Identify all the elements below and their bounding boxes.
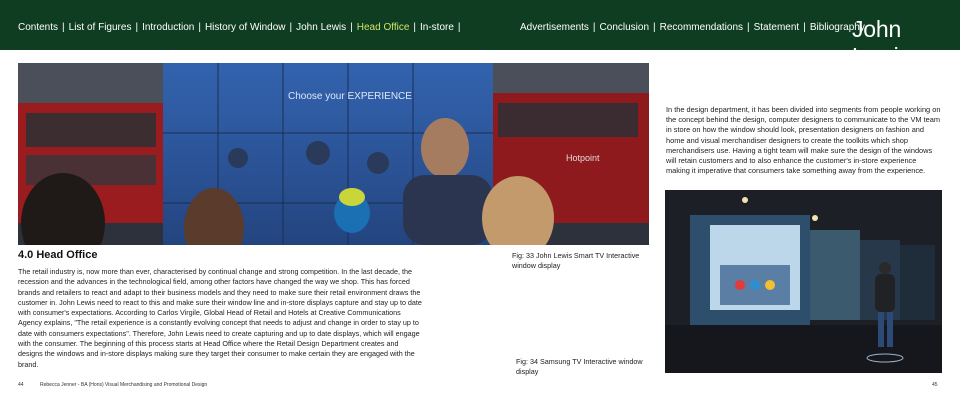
page-number-left: 44 (18, 382, 24, 388)
nav-link-statement[interactable]: Statement (754, 22, 800, 33)
nav-separator: | (350, 22, 353, 33)
nav-separator: | (413, 22, 416, 33)
nav-link-advertisements[interactable]: Advertisements (520, 22, 589, 33)
nav-right-group: Advertisements | Conclusion | Recommendation… (520, 22, 865, 33)
nav-link-contents[interactable]: Contents (18, 22, 58, 33)
nav-link-in-store[interactable]: In-store (420, 22, 454, 33)
nav-separator: | (653, 22, 656, 33)
fig34-caption: Fig: 34 Samsung TV Interactive window di… (516, 357, 643, 376)
nav-separator: | (135, 22, 139, 33)
nav-separator: | (592, 22, 596, 33)
nav-separator: | (747, 22, 750, 33)
fig34-illustration (665, 190, 942, 373)
fig33-illustration: Hotpoint Choose your EXPERIENCE (18, 63, 649, 245)
nav-separator: | (62, 22, 65, 33)
nav-separator: | (289, 22, 293, 33)
nav-link-conclusion[interactable]: Conclusion (600, 22, 649, 33)
nav-link-head-office[interactable]: Head Office (357, 22, 410, 33)
screen-experience-text: Choose your EXPERIENCE (288, 91, 412, 102)
nav-separator: | (198, 22, 201, 33)
fig34-photo (665, 190, 942, 373)
nav-link-introduction[interactable]: Introduction (142, 22, 194, 33)
john-lewis-logo: John Lewis (852, 16, 910, 69)
nav-separator: | (457, 22, 461, 33)
nav-link-list-of-figures[interactable]: List of Figures (69, 22, 132, 33)
fig33-photo: Hotpoint Choose your EXPERIENCE (18, 63, 649, 245)
nav-left-group: Contents | List of Figures | Introduction | Hi… (18, 22, 465, 33)
author-credit: Rebecca Jenner - BA (Hons) Visual Mercha… (40, 382, 208, 388)
design-department-paragraph: In the design department, it has been di… (666, 105, 941, 176)
nav-link-history-of-window[interactable]: History of Window (205, 22, 286, 33)
top-navigation-bar: Contents | List of Figures | Introduction | Hi… (0, 0, 960, 69)
bus-hotpoint-text: Hotpoint (566, 153, 600, 163)
page-number-right: 45 (932, 382, 938, 388)
fig33-caption: Fig: 33 John Lewis Smart TV Interactive … (512, 251, 640, 270)
section-body-text: The retail industry is, now more than ev… (18, 267, 422, 369)
nav-separator: | (803, 22, 806, 33)
nav-link-recommendations[interactable]: Recommendations (660, 22, 743, 33)
section-heading: 4.0 Head Office (18, 249, 98, 261)
nav-link-john-lewis[interactable]: John Lewis (296, 22, 346, 33)
